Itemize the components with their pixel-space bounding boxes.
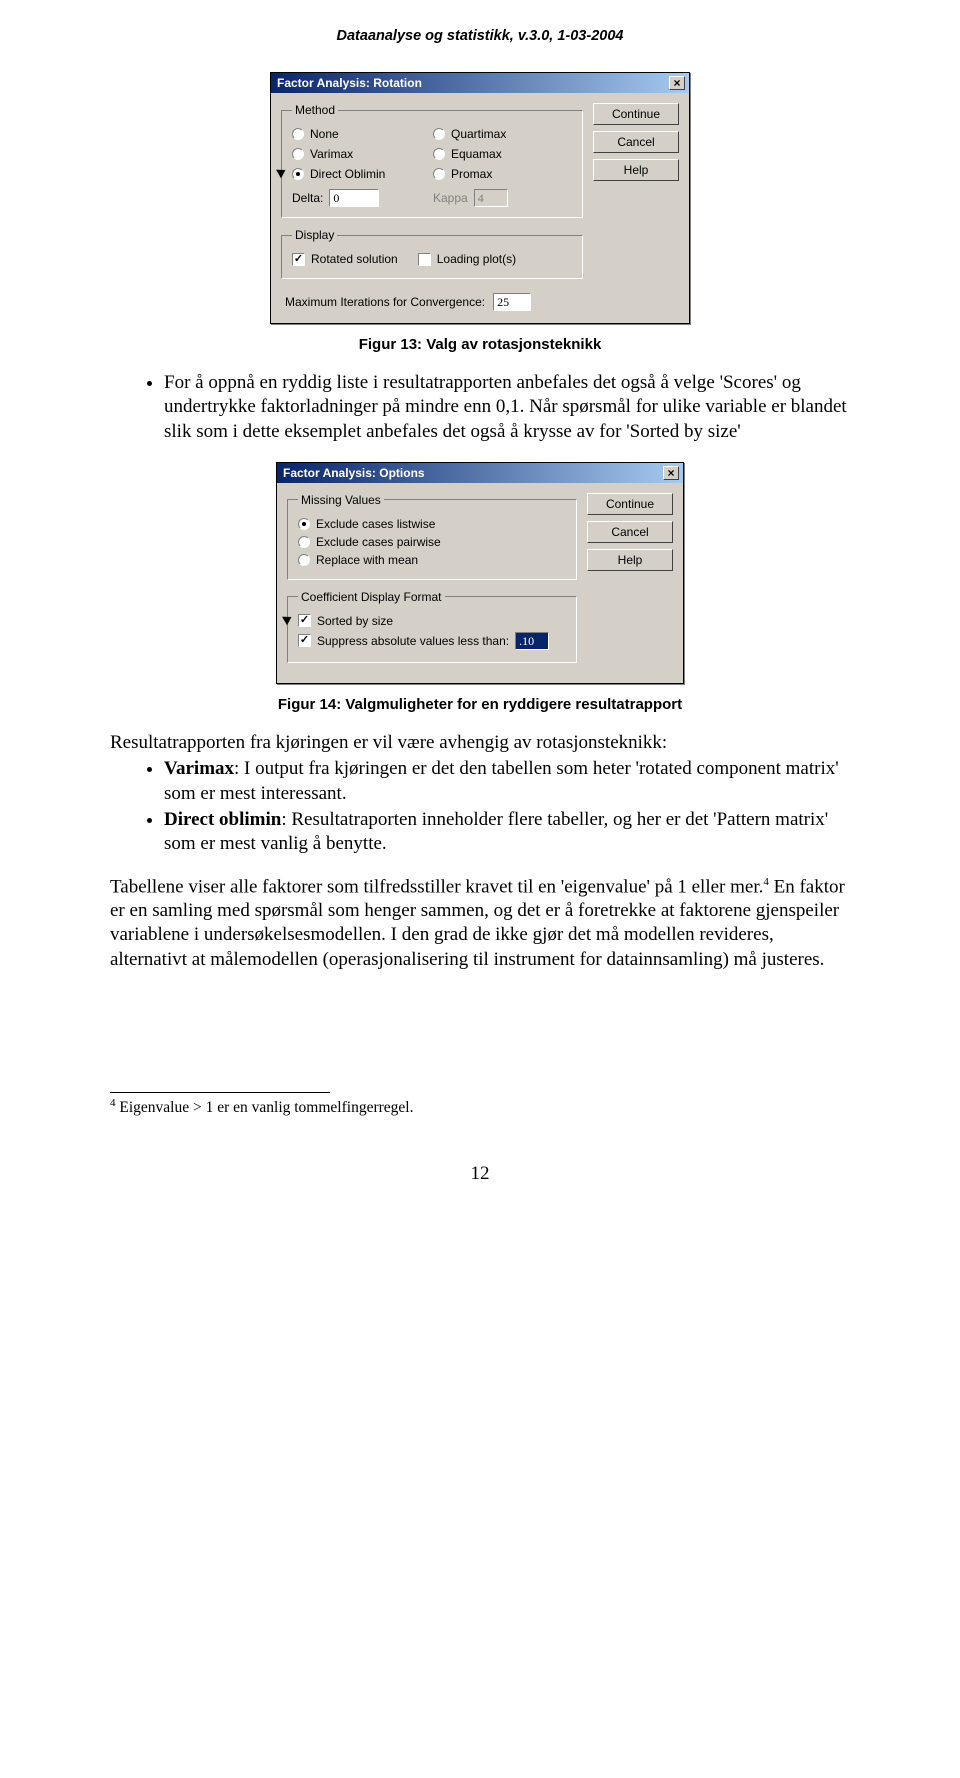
list-item-label: Direct oblimin <box>164 809 281 830</box>
options-dialog: Factor Analysis: Options × Missing Value… <box>276 462 684 684</box>
continue-button[interactable]: Continue <box>593 103 679 125</box>
dialog-title: Factor Analysis: Rotation <box>277 76 422 90</box>
figure-13-screenshot: Factor Analysis: Rotation × Method None <box>110 72 850 324</box>
radio-icon <box>433 168 445 180</box>
radio-label: Replace with mean <box>316 553 418 567</box>
display-legend: Display <box>292 228 337 242</box>
radio-icon <box>298 518 310 530</box>
radio-label: Promax <box>451 167 492 181</box>
paragraph-text: Tabellene viser alle faktorer som tilfre… <box>110 876 763 897</box>
page-number: 12 <box>110 1163 850 1185</box>
checkbox-icon <box>298 614 311 627</box>
radio-label: Quartimax <box>451 127 506 141</box>
radio-varimax[interactable]: Varimax <box>292 145 433 163</box>
checkbox-label: Loading plot(s) <box>437 252 516 266</box>
delta-row: Delta: 0 <box>292 189 433 207</box>
coef-display-legend: Coefficient Display Format <box>298 590 445 604</box>
check-suppress-values[interactable]: Suppress absolute values less than: .10 <box>298 630 568 652</box>
radio-none[interactable]: None <box>292 125 433 143</box>
radio-replace-mean[interactable]: Replace with mean <box>298 551 568 569</box>
check-sorted-by-size[interactable]: Sorted by size <box>298 612 568 630</box>
maxiter-row: Maximum Iterations for Convergence: 25 <box>281 289 583 313</box>
titlebar: Factor Analysis: Rotation × <box>271 73 689 93</box>
radio-icon <box>433 128 445 140</box>
maxiter-label: Maximum Iterations for Convergence: <box>285 295 485 309</box>
list-item: For å oppnå en ryddig liste i resultatra… <box>164 371 850 444</box>
list-item: Direct oblimin: Resultatraporten innehol… <box>164 808 850 857</box>
kappa-label: Kappa <box>433 191 468 205</box>
check-rotated-solution[interactable]: Rotated solution <box>292 250 398 268</box>
figure-14-caption: Figur 14: Valgmuligheter for en ryddiger… <box>110 696 850 713</box>
radio-promax[interactable]: Promax <box>433 165 574 183</box>
checkbox-label: Suppress absolute values less than: <box>317 634 509 648</box>
radio-icon <box>433 148 445 160</box>
radio-icon <box>292 148 304 160</box>
bullet-list-1: For å oppnå en ryddig liste i resultatra… <box>110 371 850 444</box>
radio-icon <box>298 554 310 566</box>
help-button[interactable]: Help <box>593 159 679 181</box>
footnote-separator <box>110 1092 330 1093</box>
continue-button[interactable]: Continue <box>587 493 673 515</box>
missing-values-group: Missing Values Exclude cases listwise Ex… <box>287 493 577 580</box>
checkbox-icon <box>292 253 305 266</box>
paragraph: Resultatrapporten fra kjøringen er vil v… <box>110 731 850 755</box>
running-header: Dataanalyse og statistikk, v.3.0, 1-03-2… <box>110 28 850 44</box>
list-item-label: Varimax <box>164 758 234 779</box>
kappa-input: 4 <box>474 189 508 207</box>
radio-exclude-listwise[interactable]: Exclude cases listwise <box>298 515 568 533</box>
coef-display-group: Coefficient Display Format Sorted by siz… <box>287 590 577 663</box>
display-group: Display Rotated solution Loading plot(s) <box>281 228 583 279</box>
cancel-button[interactable]: Cancel <box>593 131 679 153</box>
footnote-text: Eigenvalue > 1 er en vanlig tommelfinger… <box>116 1099 414 1116</box>
checkbox-icon <box>298 634 311 647</box>
maxiter-input[interactable]: 25 <box>493 293 531 311</box>
paragraph: Tabellene viser alle faktorer som tilfre… <box>110 875 850 973</box>
dialog-title: Factor Analysis: Options <box>283 466 425 480</box>
figure-14-screenshot: Factor Analysis: Options × Missing Value… <box>110 462 850 684</box>
kappa-row: Kappa 4 <box>433 189 574 207</box>
radio-label: Exclude cases listwise <box>316 517 435 531</box>
titlebar: Factor Analysis: Options × <box>277 463 683 483</box>
radio-icon <box>292 168 304 180</box>
bullet-list-2: Varimax: I output fra kjøringen er det d… <box>110 757 850 856</box>
checkbox-icon <box>418 253 431 266</box>
radio-icon <box>292 128 304 140</box>
radio-icon <box>298 536 310 548</box>
delta-input[interactable]: 0 <box>329 189 379 207</box>
method-group: Method None Quartimax <box>281 103 583 218</box>
page: Dataanalyse og statistikk, v.3.0, 1-03-2… <box>0 0 960 1225</box>
close-icon[interactable]: × <box>669 76 685 90</box>
help-button[interactable]: Help <box>587 549 673 571</box>
figure-13-caption: Figur 13: Valg av rotasjonsteknikk <box>110 336 850 353</box>
method-legend: Method <box>292 103 338 117</box>
radio-label: Exclude cases pairwise <box>316 535 441 549</box>
radio-label: Direct Oblimin <box>310 167 385 181</box>
rotation-dialog: Factor Analysis: Rotation × Method None <box>270 72 690 324</box>
missing-values-legend: Missing Values <box>298 493 384 507</box>
radio-exclude-pairwise[interactable]: Exclude cases pairwise <box>298 533 568 551</box>
radio-quartimax[interactable]: Quartimax <box>433 125 574 143</box>
delta-label: Delta: <box>292 191 323 205</box>
radio-equamax[interactable]: Equamax <box>433 145 574 163</box>
radio-label: None <box>310 127 339 141</box>
close-icon[interactable]: × <box>663 466 679 480</box>
radio-label: Equamax <box>451 147 502 161</box>
footnote: 4 Eigenvalue > 1 er en vanlig tommelfing… <box>110 1097 850 1117</box>
checkbox-label: Sorted by size <box>317 614 393 628</box>
list-item-text: : I output fra kjøringen er det den tabe… <box>164 758 839 803</box>
list-item: Varimax: I output fra kjøringen er det d… <box>164 757 850 806</box>
radio-direct-oblimin[interactable]: Direct Oblimin <box>292 165 433 183</box>
check-loading-plots[interactable]: Loading plot(s) <box>418 250 516 268</box>
suppress-input[interactable]: .10 <box>515 632 549 650</box>
checkbox-label: Rotated solution <box>311 252 398 266</box>
radio-label: Varimax <box>310 147 353 161</box>
cancel-button[interactable]: Cancel <box>587 521 673 543</box>
